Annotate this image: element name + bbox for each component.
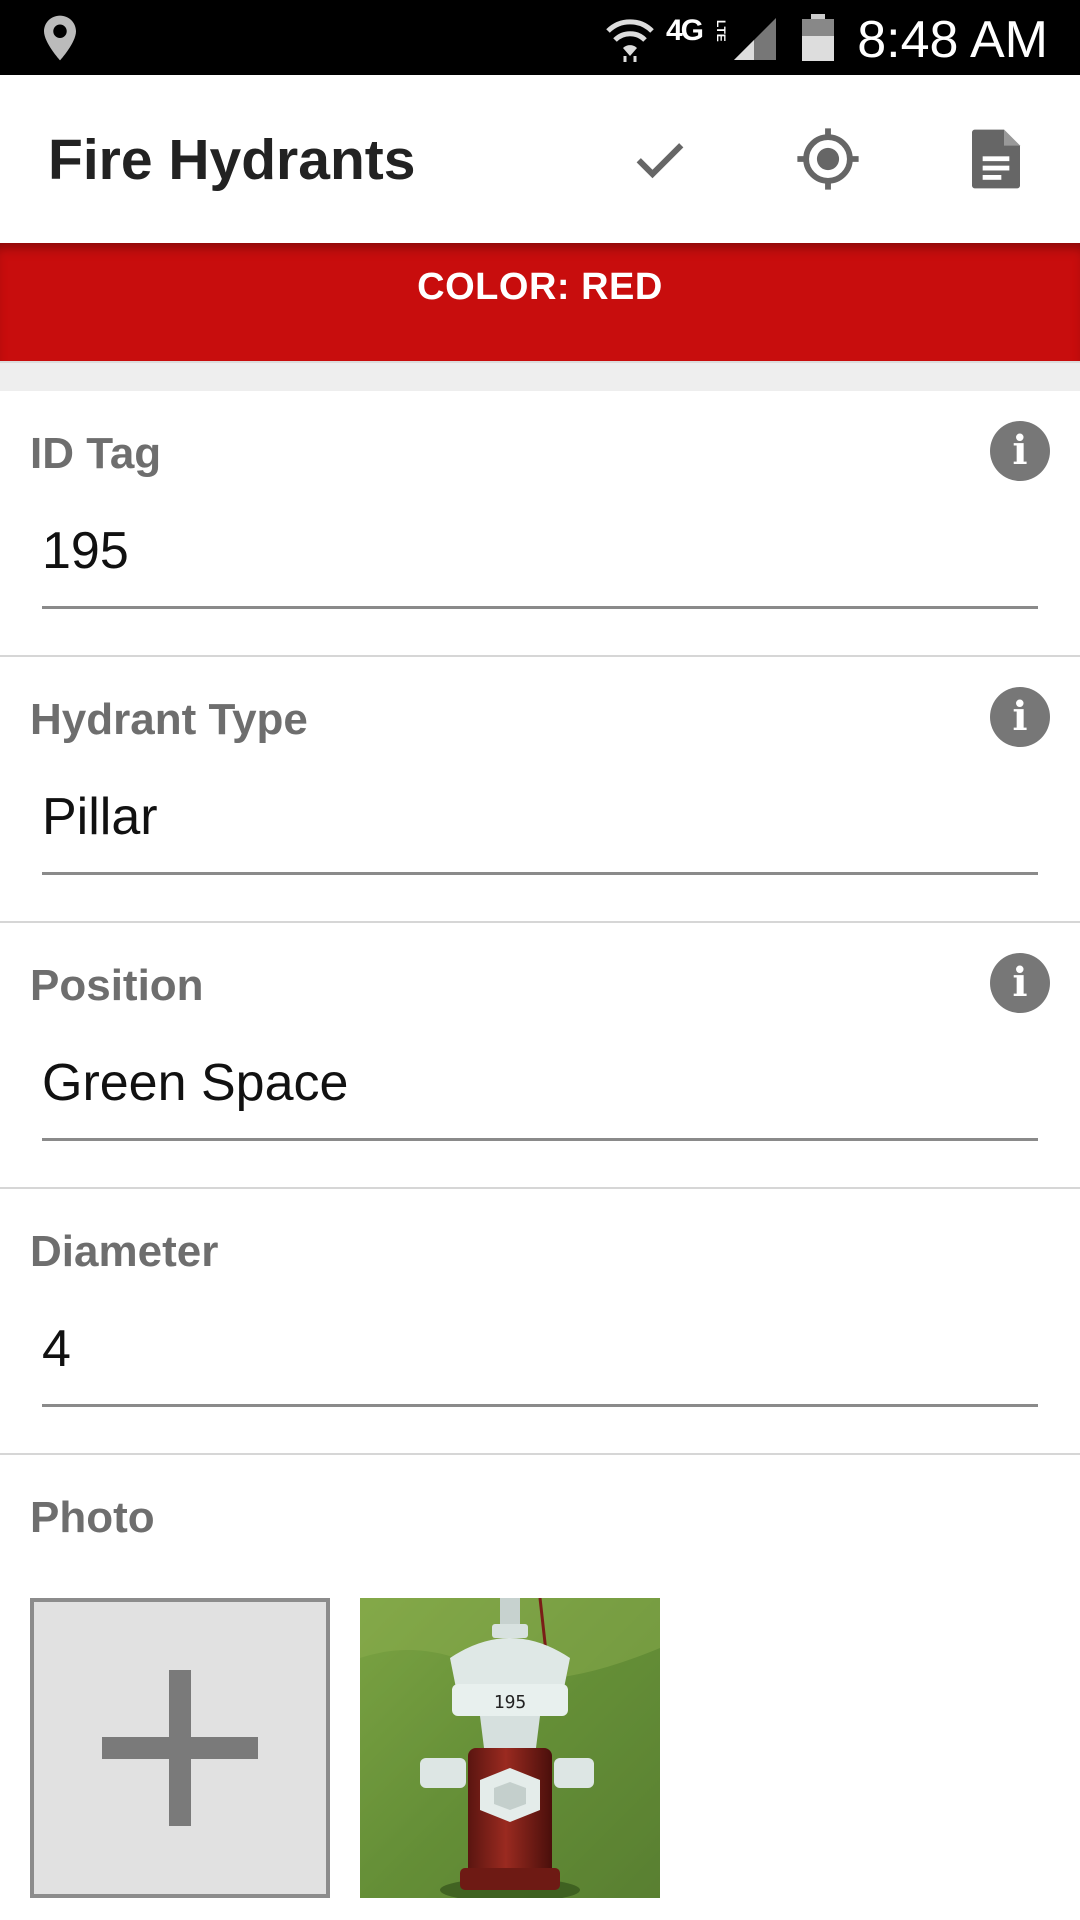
- field-id-tag: ID Tag i 195: [0, 391, 1080, 657]
- app-bar: Fire Hydrants: [0, 75, 1080, 243]
- info-icon[interactable]: i: [990, 687, 1050, 747]
- info-icon[interactable]: i: [990, 421, 1050, 481]
- gps-target-icon[interactable]: [786, 117, 870, 201]
- diameter-input[interactable]: 4: [42, 1319, 71, 1379]
- color-banner-text: COLOR: RED: [417, 266, 663, 308]
- input-underline: [42, 1404, 1038, 1407]
- battery-icon: [802, 14, 834, 61]
- signal-icon: [734, 18, 776, 60]
- thumbnail-tag-text: 195: [494, 1692, 527, 1713]
- field-label: Photo: [30, 1493, 155, 1542]
- position-input[interactable]: Green Space: [42, 1053, 348, 1113]
- info-icon[interactable]: i: [990, 953, 1050, 1013]
- field-position: Position i Green Space: [0, 923, 1080, 1189]
- location-icon: [44, 15, 76, 61]
- status-bar: 4G LTE 8:48 AM: [0, 0, 1080, 75]
- check-icon[interactable]: [618, 117, 702, 201]
- photo-section: Photo 195: [0, 1455, 1080, 1920]
- field-label: Diameter: [30, 1227, 219, 1276]
- section-divider: [0, 361, 1080, 391]
- field-hydrant-type: Hydrant Type i Pillar: [0, 657, 1080, 923]
- wifi-icon: [606, 19, 654, 62]
- input-underline: [42, 606, 1038, 609]
- network-type: 4G LTE: [666, 14, 728, 48]
- network-sub-label: LTE: [714, 20, 728, 42]
- photo-thumbnail[interactable]: 195: [360, 1598, 660, 1898]
- field-label: Position: [30, 961, 204, 1010]
- field-diameter: Diameter 4: [0, 1189, 1080, 1455]
- document-icon[interactable]: [954, 117, 1038, 201]
- hydrant-type-input[interactable]: Pillar: [42, 787, 158, 847]
- field-label: ID Tag: [30, 429, 162, 478]
- network-type-label: 4G: [666, 14, 704, 47]
- input-underline: [42, 872, 1038, 875]
- field-label: Hydrant Type: [30, 695, 308, 744]
- add-photo-button[interactable]: [30, 1598, 330, 1898]
- page-title: Fire Hydrants: [48, 128, 416, 192]
- color-banner: COLOR: RED: [0, 243, 1080, 361]
- id-tag-input[interactable]: 195: [42, 521, 129, 581]
- input-underline: [42, 1138, 1038, 1141]
- hydrant-photo: 195: [360, 1598, 660, 1898]
- clock: 8:48 AM: [857, 11, 1048, 69]
